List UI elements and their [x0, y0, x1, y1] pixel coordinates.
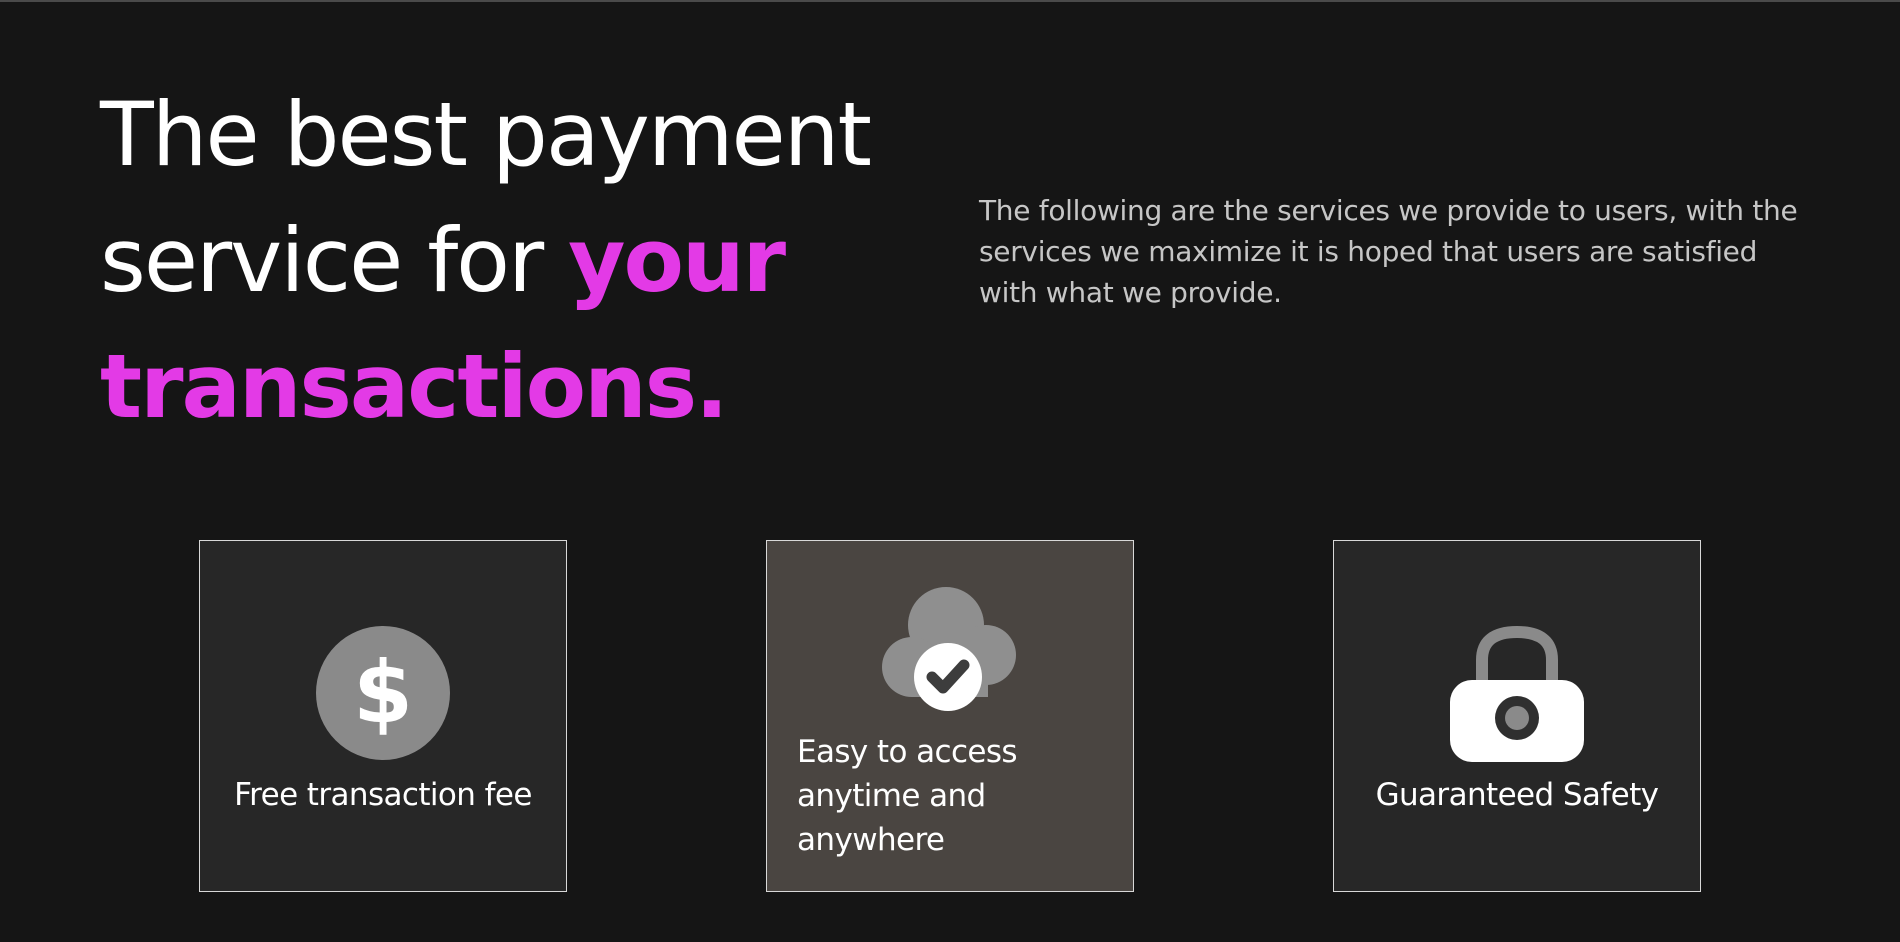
feature-card-safety[interactable]: Guaranteed Safety — [1333, 540, 1701, 892]
lock-icon — [1450, 626, 1584, 762]
feature-label: Free transaction fee — [234, 777, 532, 813]
feature-label: Easy to access anytime and anywhere — [797, 734, 1018, 858]
top-divider — [0, 0, 1900, 2]
feature-card-easy-access[interactable]: Easy to access anytime and anywhere — [766, 540, 1134, 892]
feature-card-free-fee[interactable]: $ Free transaction fee — [199, 540, 567, 892]
dollar-icon: $ — [316, 626, 450, 760]
feature-label: Guaranteed Safety — [1375, 777, 1659, 813]
hero-headline: The best payment service for your transa… — [100, 72, 920, 450]
cloud-check-icon — [882, 587, 1016, 711]
hero-description: The following are the services we provid… — [979, 194, 1798, 309]
svg-text:$: $ — [353, 643, 413, 743]
